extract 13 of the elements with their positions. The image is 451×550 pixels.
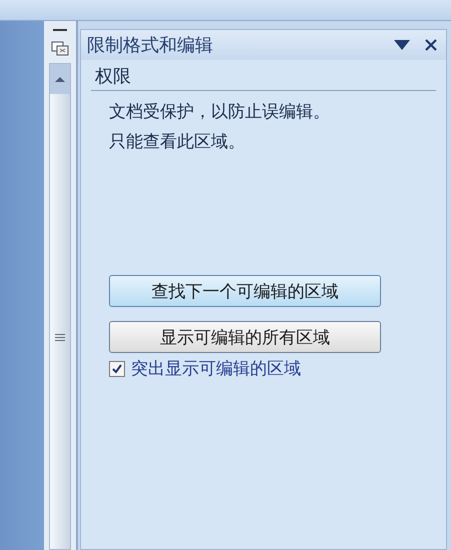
section-heading: 权限 [91, 64, 436, 91]
info-text: 文档受保护，以防止误编辑。 [109, 101, 331, 124]
action-button[interactable]: 查找下一个可编辑的区域 [109, 275, 381, 307]
close-icon[interactable] [424, 38, 438, 52]
scrollbar[interactable] [49, 63, 71, 550]
document-icon [51, 39, 69, 57]
checkbox[interactable] [109, 360, 125, 376]
scroll-up-icon[interactable] [54, 75, 66, 83]
action-button[interactable]: 显示可编辑的所有区域 [109, 321, 381, 353]
info-text: 只能查看此区域。 [109, 131, 246, 154]
dropdown-icon[interactable] [394, 40, 410, 50]
pane-title: 限制格式和编辑 [87, 34, 214, 57]
checkbox-label: 突出显示可编辑的区域 [131, 358, 301, 380]
